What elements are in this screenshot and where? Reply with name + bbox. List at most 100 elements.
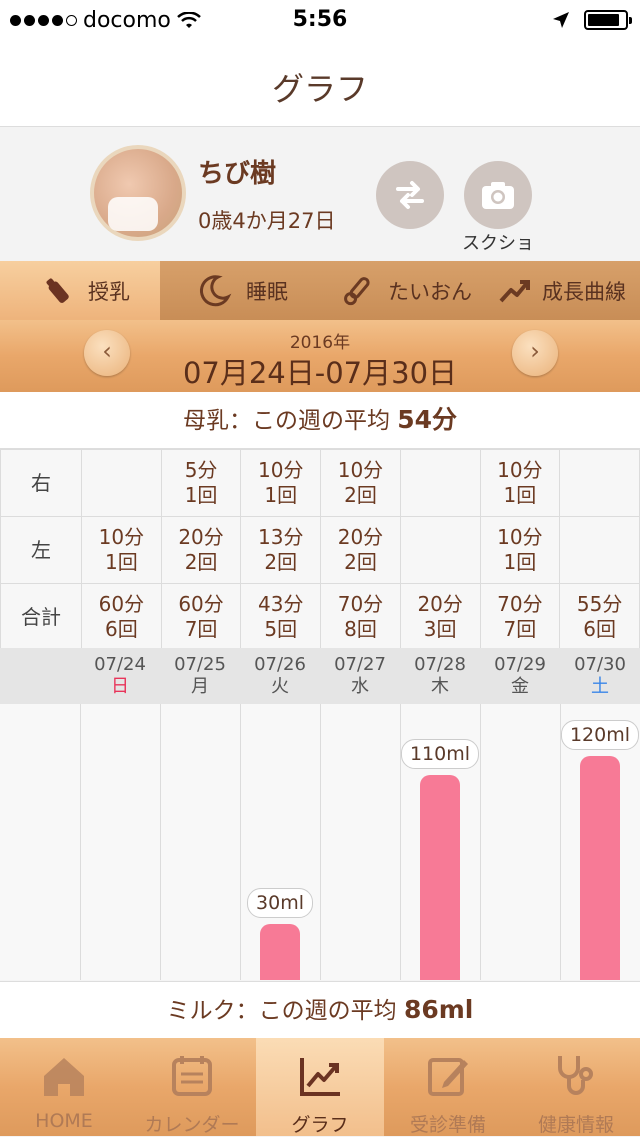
table-cell: 5分 1回 [160, 449, 242, 517]
cell-count: 1回 [264, 483, 298, 507]
tab-growth[interactable]: 成長曲線 [480, 261, 640, 321]
grid-line [480, 704, 481, 980]
cell-minutes: 10分 [497, 525, 543, 549]
tab-temperature[interactable]: たいおん [320, 261, 480, 321]
status-time: 5:56 [292, 7, 348, 32]
table-row: 合計 60分 6回 60分 7回 43分 5回 70分 8回 20分 3回 70分 7回 55分 6回 [0, 583, 640, 651]
table-cell: 60分 7回 [160, 583, 242, 651]
tabbar-health[interactable]: 健康情報 [512, 1038, 640, 1136]
camera-icon [482, 182, 514, 209]
tab-feeding-label: 授乳 [88, 280, 130, 304]
cell-minutes: 43分 [258, 592, 304, 616]
tabbar-visit-prep[interactable]: 受診準備 [384, 1038, 512, 1136]
cell-count: 2回 [264, 550, 298, 574]
weekday-label: 日 [111, 676, 129, 697]
chart-bar [580, 756, 620, 980]
tabbar-graph[interactable]: グラフ [256, 1038, 384, 1136]
cell-count: 1回 [104, 550, 138, 574]
table-cell: 13分 2回 [240, 516, 322, 584]
navigation-bar: グラフ [0, 40, 640, 127]
cell-minutes: 20分 [337, 525, 384, 549]
grid-line [160, 704, 161, 980]
child-age: 0歳4か月27日 [198, 209, 336, 233]
profile-section: ちび樹 0歳4か月27日 スクショ [0, 127, 640, 261]
cell-minutes: 55分 [576, 592, 623, 616]
grid-line [400, 704, 401, 980]
chevron-right-icon: › [530, 337, 540, 365]
cell-count: 2回 [184, 550, 218, 574]
cell-minutes: 5分 [184, 458, 218, 482]
date-label: 07/24 [94, 654, 146, 675]
cell-count: 7回 [184, 617, 218, 641]
graph-icon [300, 1058, 340, 1096]
date-label: 07/26 [254, 654, 306, 675]
edit-icon [428, 1058, 468, 1096]
tabbar-home-label: HOME [35, 1110, 93, 1132]
tab-feeding[interactable]: 授乳 [0, 261, 160, 321]
cell-count: 6回 [104, 617, 138, 641]
bar-value-label: 30ml [247, 888, 313, 918]
date-cell: 07/29 金 [480, 654, 560, 698]
date-cell: 07/28 木 [400, 654, 480, 698]
calendar-icon [172, 1056, 212, 1096]
cell-count: 8回 [344, 617, 377, 641]
breast-milk-average: 母乳：この週の平均 54分 [0, 392, 640, 449]
date-label: 07/28 [414, 654, 466, 675]
table-cell: 10分 1回 [479, 449, 561, 517]
grid-line [560, 704, 561, 980]
table-cell [399, 449, 481, 517]
tabbar-calendar[interactable]: カレンダー [128, 1038, 256, 1136]
milk-average: ミルク：この週の平均 86ml [0, 981, 640, 1038]
table-row: 左 10分 1回 20分 2回 13分 2回 20分 2回 10分 1回 [0, 516, 640, 584]
cell-count: 1回 [503, 483, 537, 507]
tabbar-home[interactable]: HOME [0, 1038, 128, 1136]
cell-count: 3回 [423, 617, 457, 641]
feeding-table: 右 5分 1回 10分 1回 10分 2回 10分 1回左 10分 1回 20分 2回 13分 2回 20分 2… [0, 449, 640, 651]
bottom-tab-bar: HOME カレンダー グラフ 受診準備 健康情報 [0, 1038, 640, 1136]
category-tabs: 授乳 睡眠 たいおん 成長曲線 [0, 261, 640, 321]
table-cell: 70分 7回 [479, 583, 561, 651]
bar-value-label: 120ml [560, 720, 640, 750]
date-cell: 07/25 月 [160, 654, 240, 698]
breast-average-value: 54分 [397, 405, 458, 434]
moon-icon [196, 273, 232, 309]
avatar[interactable] [90, 145, 186, 241]
table-cell [559, 449, 640, 517]
cell-count: 2回 [344, 550, 377, 574]
date-cell: 07/27 水 [320, 654, 400, 698]
cell-minutes: 13分 [258, 525, 304, 549]
date-label: 07/30 [574, 654, 626, 675]
cell-minutes: 20分 [417, 592, 463, 616]
switch-child-button[interactable] [376, 161, 444, 229]
table-cell: 20分 3回 [399, 583, 481, 651]
table-cell [559, 516, 640, 584]
bottle-icon [40, 274, 74, 308]
cell-minutes: 60分 [98, 592, 145, 616]
weekday-label: 水 [351, 676, 369, 697]
battery-icon [584, 10, 632, 30]
tabbar-calendar-label: カレンダー [144, 1114, 240, 1136]
weekday-label: 月 [191, 676, 209, 697]
weekday-label: 木 [431, 676, 449, 697]
date-row: 07/24 日 07/25 月 07/26 火 07/27 水 07/28 木 07/29 金 07/3… [0, 648, 640, 704]
status-bar: docomo 5:56 [0, 0, 640, 40]
breast-average-label: 母乳：この週の平均 [182, 408, 390, 434]
cell-count: 1回 [503, 550, 537, 574]
tab-growth-label: 成長曲線 [542, 280, 626, 304]
cell-count: 2回 [344, 483, 377, 507]
table-cell: 20分 2回 [320, 516, 401, 584]
date-label: 07/25 [174, 654, 226, 675]
table-cell: 55分 6回 [559, 583, 640, 651]
grid-line [80, 704, 81, 980]
screenshot-button[interactable] [464, 161, 532, 229]
date-label: 07/29 [494, 654, 546, 675]
home-icon [44, 1058, 84, 1096]
date-cell: 07/30 土 [560, 654, 640, 698]
tab-sleep[interactable]: 睡眠 [160, 261, 320, 321]
weekday-label: 金 [511, 676, 529, 697]
cell-minutes: 20分 [178, 525, 224, 549]
next-week-button[interactable]: › [512, 330, 558, 376]
cell-minutes: 10分 [258, 458, 304, 482]
weekday-label: 火 [271, 676, 289, 697]
table-cell: 20分 2回 [160, 516, 242, 584]
